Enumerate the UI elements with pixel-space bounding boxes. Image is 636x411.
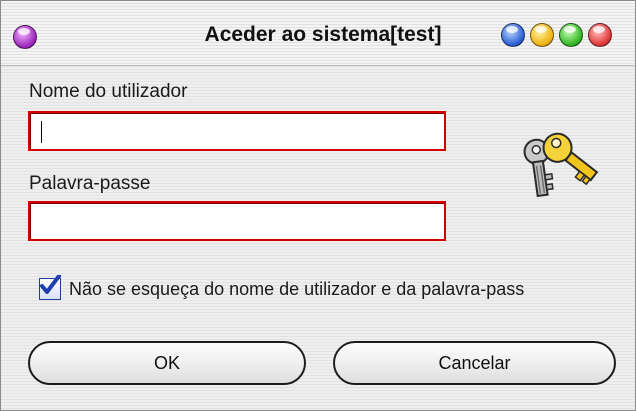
username-field[interactable] bbox=[28, 111, 446, 151]
password-field[interactable] bbox=[28, 201, 446, 241]
shade-orb-icon[interactable] bbox=[530, 23, 554, 47]
username-label: Nome do utilizador bbox=[29, 81, 188, 102]
password-input[interactable] bbox=[30, 203, 444, 239]
cancel-button[interactable]: Cancelar bbox=[333, 341, 616, 385]
password-label: Palavra-passe bbox=[29, 173, 151, 194]
close-orb-icon[interactable] bbox=[588, 23, 612, 47]
login-dialog: Aceder ao sistema[test] Nome do utilizad… bbox=[0, 0, 636, 411]
checkmark-icon bbox=[40, 275, 61, 294]
remember-label[interactable]: Não se esqueça do nome de utilizador e d… bbox=[69, 279, 524, 300]
maximize-orb-icon[interactable] bbox=[559, 23, 583, 47]
title-bar[interactable]: Aceder ao sistema[test] bbox=[1, 1, 635, 66]
keys-icon bbox=[523, 132, 599, 198]
username-input[interactable] bbox=[30, 113, 444, 149]
ok-button[interactable]: OK bbox=[28, 341, 306, 385]
text-caret bbox=[41, 121, 42, 143]
remember-checkbox[interactable] bbox=[39, 275, 61, 300]
minimize-orb-icon[interactable] bbox=[501, 23, 525, 47]
